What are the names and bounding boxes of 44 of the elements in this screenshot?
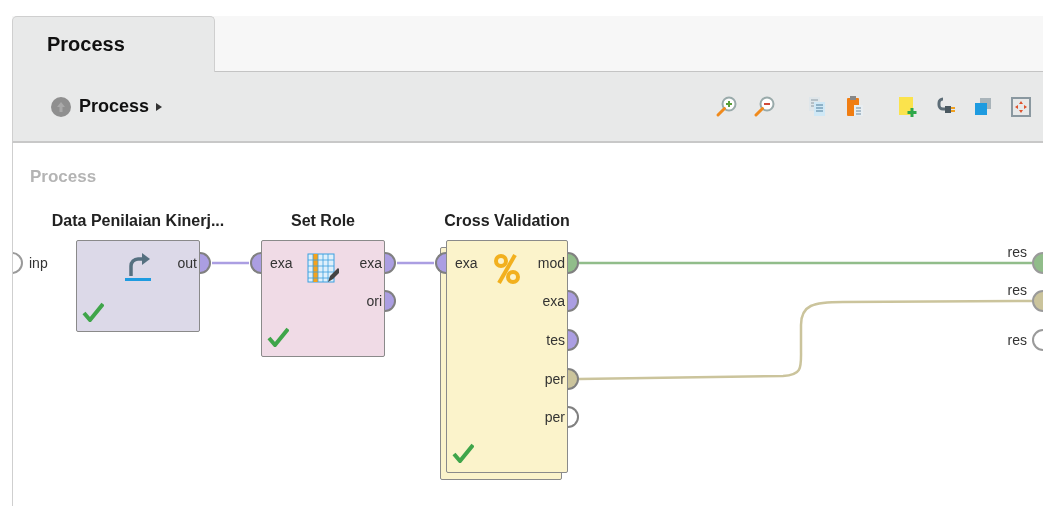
operator-title: Data Penilaian Kinerj...	[51, 212, 225, 230]
output-port[interactable]	[568, 329, 579, 351]
port-label: out	[177, 255, 197, 271]
curved-arrow-icon	[124, 252, 152, 282]
port-label: tes	[546, 332, 565, 348]
port-label: res	[1007, 244, 1027, 260]
output-port[interactable]	[568, 252, 579, 274]
output-port[interactable]	[568, 290, 579, 312]
connection-line[interactable]	[212, 261, 249, 265]
tab[interactable]: Process	[12, 16, 215, 72]
output-port[interactable]	[200, 252, 211, 274]
percent-icon	[493, 252, 521, 286]
layout-icon[interactable]	[1009, 94, 1033, 119]
port-label: per	[544, 371, 565, 387]
output-port[interactable]	[568, 406, 579, 428]
up-icon[interactable]	[51, 96, 71, 117]
input-port[interactable]	[250, 252, 261, 274]
canvas-title: Process	[30, 167, 97, 187]
port-label: exa	[359, 255, 382, 271]
port-label: exa	[455, 255, 478, 271]
output-port[interactable]	[385, 252, 396, 274]
zoom-out-icon[interactable]	[753, 94, 777, 119]
connection-line[interactable]	[579, 261, 1032, 265]
operator-card[interactable]	[261, 240, 385, 357]
table-edit-icon	[307, 252, 339, 284]
port-label: exa	[270, 255, 293, 271]
operator-title: Set Role	[291, 212, 355, 230]
port-label: per	[544, 409, 565, 425]
connection-line[interactable]	[397, 261, 434, 265]
port-label: res	[1007, 332, 1027, 348]
connection-line[interactable]	[579, 299, 1032, 381]
operator-card[interactable]	[76, 240, 200, 332]
caret-icon[interactable]	[155, 101, 164, 112]
port-label: exa	[542, 293, 565, 309]
zoom-in-icon[interactable]	[715, 94, 739, 119]
port-label: mod	[537, 255, 565, 271]
output-port[interactable]	[385, 290, 396, 312]
operator-title: Cross Validation	[444, 212, 570, 230]
input-port[interactable]	[435, 252, 446, 274]
port-label: inp	[29, 255, 48, 271]
breadcrumb-link[interactable]: Process	[79, 96, 150, 117]
port-label: ori	[366, 293, 382, 309]
output-port[interactable]	[568, 368, 579, 390]
port-label: res	[1007, 282, 1027, 298]
